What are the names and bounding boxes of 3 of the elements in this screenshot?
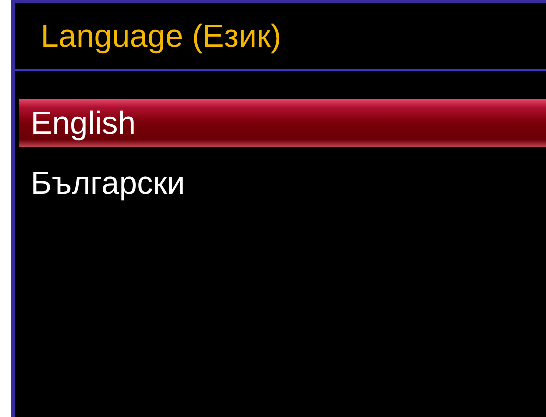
- language-option[interactable]: English: [19, 99, 546, 147]
- language-option[interactable]: Български: [19, 159, 546, 207]
- menu-title: Language (Език): [41, 18, 282, 54]
